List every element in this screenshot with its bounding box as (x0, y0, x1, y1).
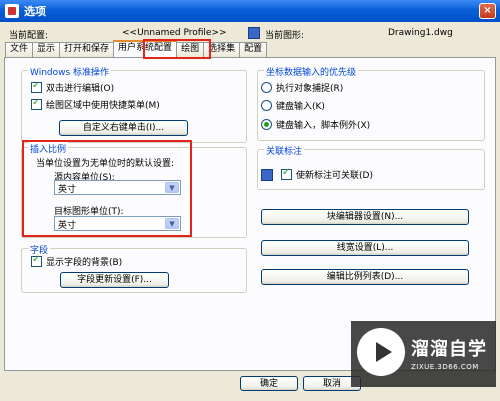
watermark: 溜溜自学 ZIXUE.3D66.COM (351, 321, 496, 387)
app-icon (5, 4, 19, 18)
insert-scale-highlight-annotation (22, 140, 192, 237)
watermark-text: 溜溜自学 (411, 339, 487, 360)
lineweight-settings-button[interactable]: 线宽设置(L)... (261, 240, 469, 256)
dblclick-edit-checkbox[interactable] (31, 80, 42, 93)
associative-dim-checkbox[interactable] (281, 167, 292, 180)
window-title: 选项 (24, 5, 46, 18)
dimension-icon (261, 168, 273, 181)
current-drawing-label: 当前图形: (265, 31, 305, 41)
tab-highlight-annotation (143, 39, 211, 59)
tab-display[interactable]: 显示 (32, 42, 61, 57)
current-profile-value: <<Unnamed Profile>> (122, 28, 227, 38)
shortcut-menu-checkbox[interactable] (31, 97, 42, 110)
field-update-settings-button[interactable]: 字段更新设置(F)... (60, 272, 169, 288)
keyboard-except-scripts-label: 键盘输入，脚本例外(X) (276, 121, 371, 131)
dblclick-edit-label: 双击进行编辑(O) (46, 84, 115, 94)
osnap-option[interactable]: 执行对象捕捉(R) (261, 81, 343, 94)
associative-dim-label: 使新标注可关联(D) (296, 171, 373, 181)
keyboard-except-scripts-radio[interactable] (261, 119, 272, 130)
block-editor-settings-button[interactable]: 块编辑器设置(N)... (261, 209, 469, 225)
keyboard-except-scripts-option[interactable]: 键盘输入，脚本例外(X) (261, 118, 370, 131)
shortcut-menu-option[interactable]: 绘图区域中使用快捷菜单(M) (31, 97, 160, 111)
shortcut-menu-label: 绘图区域中使用快捷菜单(M) (46, 101, 160, 111)
osnap-radio[interactable] (261, 82, 272, 93)
associative-dim-option[interactable]: 使新标注可关联(D) (261, 167, 373, 181)
keyboard-label: 键盘输入(K) (276, 102, 325, 112)
tab-open-save[interactable]: 打开和保存 (59, 42, 115, 57)
current-profile-label: 当前配置: (9, 31, 49, 41)
keyboard-option[interactable]: 键盘输入(K) (261, 99, 325, 112)
watermark-url: ZIXUE.3D66.COM (411, 363, 479, 371)
play-logo-icon (357, 328, 405, 376)
show-field-background-checkbox[interactable] (31, 254, 42, 267)
show-field-background-label: 显示字段的背景(B) (46, 258, 123, 268)
edit-scale-list-button[interactable]: 编辑比例列表(D)... (261, 269, 469, 285)
tab-profiles[interactable]: 配置 (239, 42, 268, 57)
tab-files[interactable]: 文件 (5, 42, 34, 57)
title-bar: 选项 × (0, 0, 500, 22)
ok-button[interactable]: 确定 (240, 376, 298, 391)
tab-bar: 文件 显示 打开和保存 用户系统配置 绘图 选择集 配置 (5, 40, 268, 57)
drawing-file-icon (248, 27, 260, 39)
osnap-label: 执行对象捕捉(R) (276, 84, 344, 94)
coord-priority-title: 坐标数据输入的优先级 (264, 65, 359, 78)
current-drawing-value: Drawing1.dwg (388, 28, 453, 38)
windows-ops-title: Windows 标准操作 (28, 65, 112, 78)
show-field-background-option[interactable]: 显示字段的背景(B) (31, 254, 123, 268)
keyboard-radio[interactable] (261, 100, 272, 111)
dblclick-edit-option[interactable]: 双击进行编辑(O) (31, 80, 115, 94)
associative-dim-title: 关联标注 (264, 144, 305, 157)
custom-right-click-button[interactable]: 自定义右键单击(I)... (59, 120, 188, 136)
close-button[interactable]: × (479, 3, 496, 19)
